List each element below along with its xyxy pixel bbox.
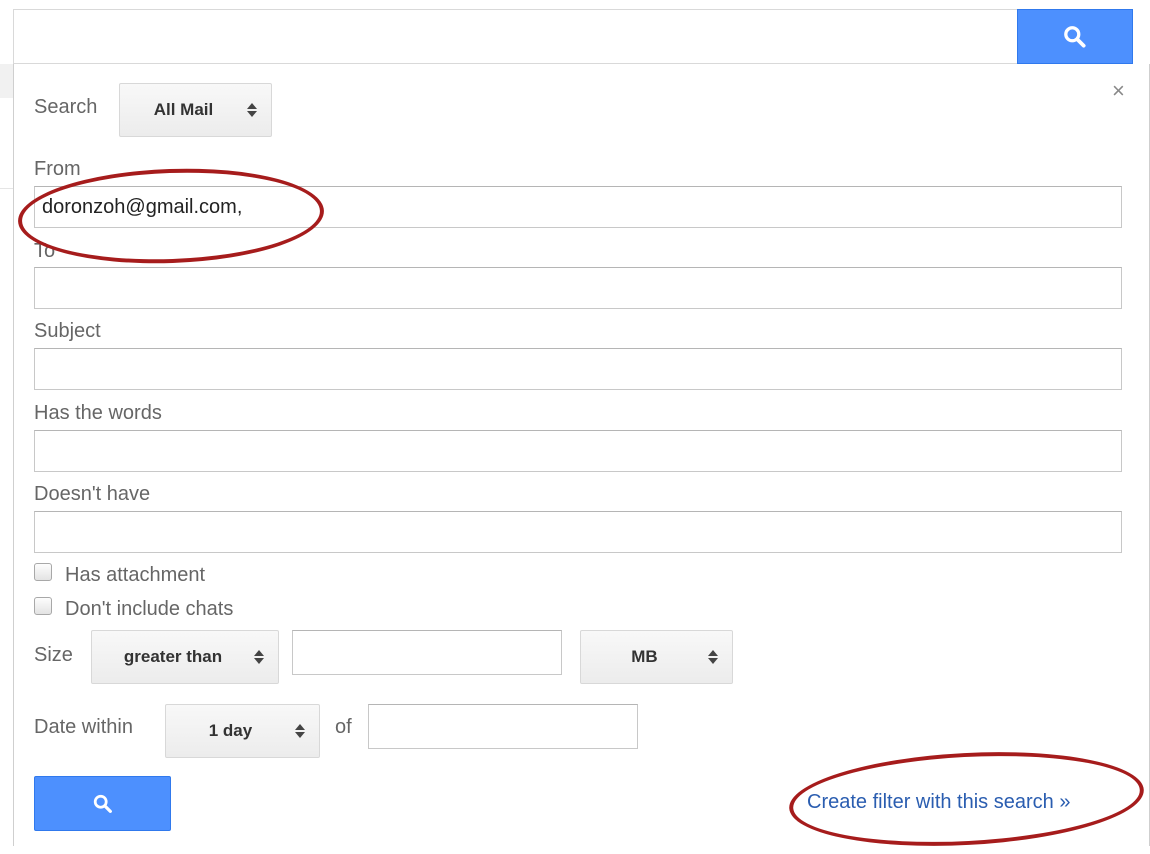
select-arrows-icon — [254, 650, 264, 664]
search-scope-select[interactable]: All Mail — [119, 83, 272, 137]
has-attachment-label: Has attachment — [65, 564, 206, 586]
date-range-select[interactable]: 1 day — [165, 704, 320, 758]
select-arrows-icon — [708, 650, 718, 664]
no-chats-checkbox[interactable] — [34, 597, 52, 615]
search-scope-label: Search — [34, 96, 98, 118]
size-unit-value: MB — [631, 647, 658, 666]
has-words-label: Has the words — [34, 402, 162, 424]
no-chats-label: Don't include chats — [65, 598, 234, 620]
search-button[interactable] — [1017, 9, 1133, 64]
select-arrows-icon — [247, 103, 257, 117]
size-input[interactable] — [292, 630, 562, 675]
search-input[interactable] — [13, 9, 1133, 64]
has-words-field[interactable] — [34, 430, 1122, 472]
date-within-label: Date within — [34, 716, 133, 738]
doesnt-have-label: Doesn't have — [34, 483, 151, 505]
advanced-search-submit-button[interactable] — [34, 776, 171, 831]
search-icon — [93, 794, 112, 813]
size-comparator-select[interactable]: greater than — [91, 630, 279, 684]
search-icon — [1064, 25, 1086, 48]
from-label: From — [34, 158, 81, 180]
subject-label: Subject — [34, 320, 101, 342]
date-input[interactable] — [368, 704, 638, 749]
date-of-label: of — [335, 716, 352, 738]
size-unit-select[interactable]: MB — [580, 630, 733, 684]
background-divider — [0, 188, 13, 189]
has-attachment-checkbox[interactable] — [34, 563, 52, 581]
close-icon[interactable]: × — [1112, 78, 1125, 104]
to-field[interactable] — [34, 267, 1122, 309]
search-scope-value: All Mail — [153, 100, 214, 119]
doesnt-have-field[interactable] — [34, 511, 1122, 553]
background-strip — [0, 64, 13, 98]
date-range-value: 1 day — [208, 721, 253, 740]
select-arrows-icon — [295, 724, 305, 738]
size-comparator-value: greater than — [123, 647, 223, 666]
subject-field[interactable] — [34, 348, 1122, 390]
size-label: Size — [34, 644, 73, 666]
